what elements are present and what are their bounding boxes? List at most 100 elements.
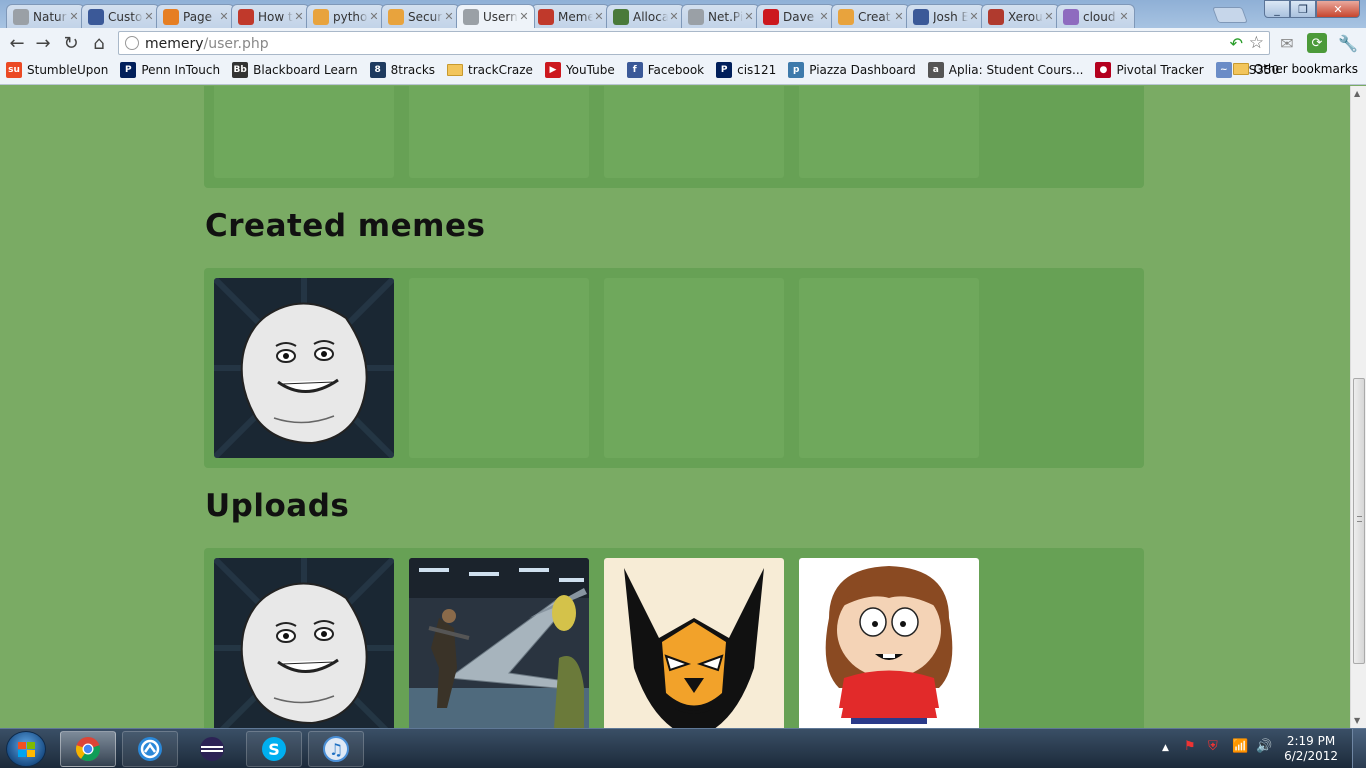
- upload-slot[interactable]: [409, 558, 589, 728]
- chrome-taskbar-button[interactable]: [60, 731, 116, 767]
- browser-tab[interactable]: Meme ✕: [531, 4, 610, 28]
- other-bookmarks-button[interactable]: Other bookmarks: [1232, 62, 1358, 76]
- bookmark-item[interactable]: su StumbleUpon: [6, 62, 108, 78]
- shield-alert-icon[interactable]: ⛨: [1208, 739, 1218, 754]
- upload-slot[interactable]: [604, 558, 784, 728]
- upload-slot[interactable]: [214, 558, 394, 728]
- system-clock[interactable]: 2:19 PM 6/2/2012: [1284, 734, 1338, 764]
- tab-close-icon[interactable]: ✕: [743, 10, 755, 23]
- show-desktop-button[interactable]: [1352, 729, 1366, 768]
- created-memes-heading: Created memes: [205, 208, 486, 244]
- tab-close-icon[interactable]: ✕: [1118, 10, 1130, 23]
- bookmark-label: Pivotal Tracker: [1116, 63, 1204, 77]
- browser-tab[interactable]: Creat ✕: [831, 4, 910, 28]
- bookmark-item[interactable]: 8 8tracks: [369, 62, 435, 78]
- tab-close-icon[interactable]: ✕: [668, 10, 680, 23]
- forward-arrow-icon[interactable]: →: [32, 32, 54, 54]
- bookmark-item[interactable]: P Penn InTouch: [120, 62, 220, 78]
- bookmark-label: Piazza Dashboard: [809, 63, 916, 77]
- action-center-flag-icon[interactable]: ⚑: [1184, 739, 1196, 754]
- browser-tab[interactable]: Natur ✕: [6, 4, 85, 28]
- tab-close-icon[interactable]: ✕: [143, 10, 155, 23]
- skype-taskbar-button[interactable]: S: [246, 731, 302, 767]
- browser-tab[interactable]: Alloca ✕: [606, 4, 685, 28]
- bookmark-item[interactable]: Pcis121: [716, 62, 776, 78]
- tab-close-icon[interactable]: ✕: [68, 10, 80, 23]
- url-host: memery: [145, 36, 204, 52]
- tab-close-icon[interactable]: ✕: [218, 10, 230, 23]
- scroll-thumb[interactable]: [1353, 378, 1365, 664]
- itunes-taskbar-button[interactable]: ♫: [308, 731, 364, 767]
- bookmark-star-icon[interactable]: ☆: [1249, 33, 1264, 53]
- bookmark-item[interactable]: p Piazza Dashboard: [788, 62, 916, 78]
- reload-icon[interactable]: ↻: [60, 32, 82, 54]
- empty-slot: [409, 86, 589, 178]
- start-button[interactable]: [6, 731, 46, 767]
- vertical-scrollbar[interactable]: ▲ ▼: [1350, 86, 1366, 728]
- back-arrow-icon[interactable]: ←: [6, 32, 28, 54]
- tab-close-icon[interactable]: ✕: [1043, 10, 1055, 23]
- browser-tab[interactable]: Secur ✕: [381, 4, 460, 28]
- tab-title: Dave: [783, 9, 815, 24]
- browser-tab[interactable]: Usern ✕: [456, 4, 535, 28]
- uploads-gallery: Lily Aldrin: [204, 548, 1144, 728]
- clock-time: 2:19 PM: [1286, 734, 1336, 748]
- bookmark-item[interactable]: trackCraze: [447, 62, 533, 78]
- browser-tab[interactable]: pytho ✕: [306, 4, 385, 28]
- empty-slot: [799, 278, 979, 458]
- empty-slot: [604, 278, 784, 458]
- tab-close-icon[interactable]: ✕: [593, 10, 605, 23]
- bookmarks-bar: su StumbleUpon P Penn InTouch Bb Blackboard L…: [0, 58, 1366, 85]
- eclipse-taskbar-button[interactable]: [184, 731, 240, 767]
- maximize-button[interactable]: ❐: [1290, 0, 1316, 18]
- folder-icon: [447, 64, 464, 76]
- wrench-menu-icon[interactable]: 🔧: [1338, 33, 1358, 53]
- close-window-button[interactable]: ✕: [1316, 0, 1360, 18]
- tab-close-icon[interactable]: ✕: [443, 10, 455, 23]
- scroll-down-arrow-icon[interactable]: ▼: [1354, 716, 1360, 725]
- show-hidden-icons-arrow-icon[interactable]: ▲: [1162, 743, 1169, 753]
- home-icon[interactable]: ⌂: [88, 32, 110, 54]
- minimize-button[interactable]: _: [1264, 0, 1290, 18]
- tab-close-icon[interactable]: ✕: [818, 10, 830, 23]
- top-gallery: [204, 86, 1144, 188]
- browser-tab[interactable]: Page ✕: [156, 4, 235, 28]
- upload-slot[interactable]: Lily Aldrin: [799, 558, 979, 728]
- hangar-scene-image: [409, 558, 589, 728]
- address-bar[interactable]: memery/user.php ↶ ☆: [118, 31, 1270, 55]
- tab-close-icon[interactable]: ✕: [893, 10, 905, 23]
- volume-icon[interactable]: 🔊: [1256, 739, 1272, 754]
- meme-slot[interactable]: [214, 278, 394, 458]
- penn-shield-icon: P: [120, 62, 137, 78]
- aplia-icon: a: [927, 62, 944, 78]
- network-signal-icon[interactable]: 📶: [1232, 739, 1248, 754]
- page-info-icon[interactable]: [125, 36, 139, 50]
- bookmark-item[interactable]: ▶ YouTube: [544, 62, 615, 78]
- bookmark-item[interactable]: Bb Blackboard Learn: [232, 62, 358, 78]
- sync-app-taskbar-button[interactable]: [122, 731, 178, 767]
- browser-tab[interactable]: Net.Pi ✕: [681, 4, 760, 28]
- redirect-arrow-icon[interactable]: ↶: [1230, 34, 1243, 53]
- browser-tab[interactable]: Custo ✕: [81, 4, 160, 28]
- windows-taskbar: S ♫ ▲ ⚑ ⛨ 📶 🔊 2:19 PM 6/2/2012: [0, 728, 1366, 768]
- browser-tab[interactable]: Xerou ✕: [981, 4, 1060, 28]
- refresh-extension-icon[interactable]: ⟳: [1307, 33, 1327, 53]
- svg-text:S: S: [268, 740, 280, 759]
- browser-tab[interactable]: cloud ✕: [1056, 4, 1135, 28]
- bookmark-item[interactable]: f Facebook: [626, 62, 705, 78]
- bookmark-label: Facebook: [647, 63, 705, 77]
- tab-close-icon[interactable]: ✕: [518, 10, 530, 23]
- scroll-up-arrow-icon[interactable]: ▲: [1354, 89, 1360, 98]
- new-tab-button[interactable]: [1212, 7, 1248, 23]
- tab-close-icon[interactable]: ✕: [293, 10, 305, 23]
- url-text[interactable]: memery/user.php: [145, 36, 269, 52]
- browser-tab[interactable]: Dave ✕: [756, 4, 835, 28]
- bookmark-item[interactable]: ● Pivotal Tracker: [1095, 62, 1204, 78]
- tab-close-icon[interactable]: ✕: [368, 10, 380, 23]
- browser-tab[interactable]: How t ✕: [231, 4, 310, 28]
- browser-tab[interactable]: Josh E ✕: [906, 4, 985, 28]
- mail-extension-icon[interactable]: ✉: [1277, 33, 1297, 53]
- bookmark-item[interactable]: a Aplia: Student Cours...: [927, 62, 1083, 78]
- pma-icon: [1063, 8, 1079, 25]
- tab-close-icon[interactable]: ✕: [968, 10, 980, 23]
